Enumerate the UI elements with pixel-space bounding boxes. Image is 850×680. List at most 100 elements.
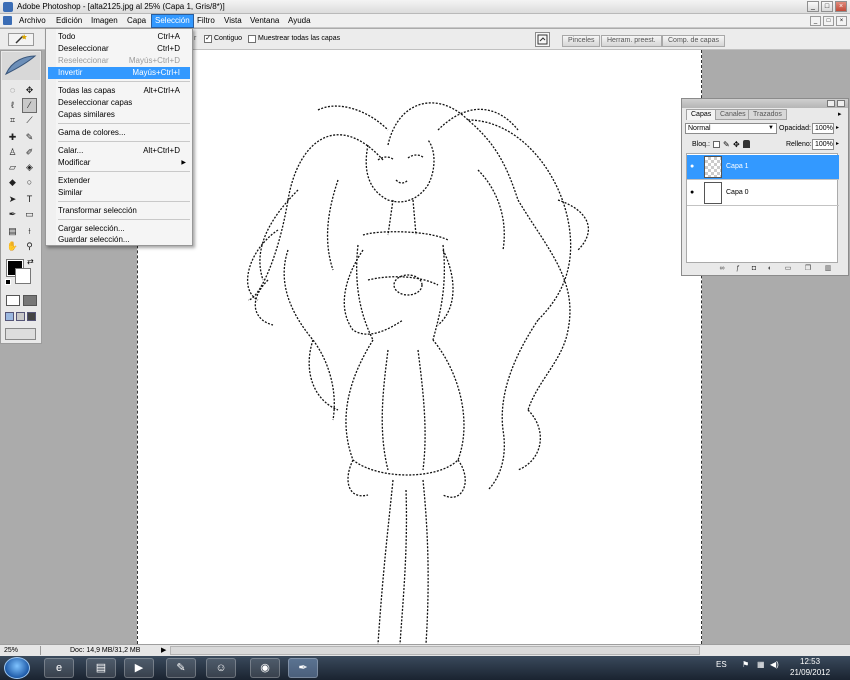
menu-capa[interactable]: Capa [124,14,149,28]
background-color-swatch[interactable] [15,268,31,284]
doc-close-button[interactable]: × [836,16,847,26]
panel-close-icon[interactable] [837,100,845,107]
zoom-level[interactable]: 25% [4,645,18,656]
standard-mode-icon[interactable] [6,295,20,306]
tab-herram-preest[interactable]: Herram. preest. [601,35,662,47]
lock-all-icon[interactable] [743,140,750,148]
screen-mode-full-menu-icon[interactable] [16,312,25,321]
palette-well-icon[interactable] [535,32,550,47]
menu-item-invertir[interactable]: Invertir Mayús+Ctrl+I [48,67,190,79]
ie-icon[interactable]: e [44,658,74,678]
menu-item-deseleccionar-capas[interactable]: Deseleccionar capas [48,97,190,109]
slice-tool-icon[interactable]: ⟋ [22,113,37,128]
path-selection-icon[interactable]: ➤ [5,192,20,207]
photoshop-feather-icon[interactable]: ✒ [288,658,318,678]
fx-icon[interactable]: ƒ [734,265,742,273]
screen-mode-full-icon[interactable] [27,312,36,321]
tab-pinceles[interactable]: Pinceles [562,35,601,47]
opacity-arrow-icon[interactable]: ▸ [836,124,839,131]
chrome-icon[interactable]: ◉ [250,658,280,678]
menu-item-capas-similares[interactable]: Capas similares [48,109,190,121]
tab-comp-de-capas[interactable]: Comp. de capas [662,35,725,47]
shape-tool-icon[interactable]: ▭ [22,207,37,222]
swap-colors-icon[interactable]: ⇄ [27,257,34,266]
menu-ayuda[interactable]: Ayuda [285,14,314,28]
magic-wand-tool-preset[interactable] [8,33,34,46]
screen-mode-standard-icon[interactable] [5,312,14,321]
document-canvas[interactable] [137,50,702,644]
panel-menu-icon[interactable]: ▸ [838,110,842,118]
layer-row-capa-0[interactable]: ● Capa 0 [687,181,839,206]
lasso-tool-icon[interactable]: ℓ [5,98,20,113]
adjustment-layer-icon[interactable]: ◐ [766,265,774,273]
menu-vista[interactable]: Vista [221,14,245,28]
menu-item-todas-las-capas[interactable]: Todas las capas Alt+Ctrl+A [48,85,190,97]
brush-tool-icon[interactable]: ✎ [22,130,37,145]
layer-row-capa-1[interactable]: ● Capa 1 [687,155,839,180]
trash-icon[interactable]: ▥ [824,265,832,273]
menu-imagen[interactable]: Imagen [88,14,121,28]
start-button[interactable] [4,657,30,679]
menu-item-gama-de-colores[interactable]: Gama de colores... [48,127,190,139]
network-icon[interactable]: ▦ [757,660,765,670]
menu-item-calar[interactable]: Calar... Alt+Ctrl+D [48,145,190,157]
crop-tool-icon[interactable]: ⌗ [5,113,20,128]
fill-arrow-icon[interactable]: ▸ [836,140,839,147]
link-layers-icon[interactable]: ∞ [718,265,726,273]
explorer-icon[interactable]: ▤ [86,658,116,678]
tab-trazados[interactable]: Trazados [748,109,787,120]
jump-to-imageready-icon[interactable] [5,328,36,340]
lock-pixels-icon[interactable]: ✎ [723,140,730,149]
magic-wand-tool-icon[interactable]: ⁄ [22,98,37,113]
visibility-eye-icon[interactable]: ● [690,189,699,197]
type-tool-icon[interactable]: T [22,192,37,207]
close-button[interactable]: × [835,1,847,12]
menu-item-extender[interactable]: Extender [48,175,190,187]
menu-seleccion[interactable]: Selección [151,14,194,28]
menu-archivo[interactable]: Archivo [16,14,49,28]
panel-minimize-icon[interactable] [827,100,835,107]
pen-tool-icon[interactable]: ✒ [5,207,20,222]
horizontal-scrollbar[interactable] [170,646,700,655]
tab-capas[interactable]: Capas [686,109,717,120]
default-colors-icon[interactable] [5,279,11,285]
dodge-tool-icon[interactable]: ○ [22,175,37,190]
sample-all-layers-checkbox[interactable] [248,35,256,43]
add-mask-icon[interactable]: ◘ [750,265,758,273]
menu-item-transformar-seleccion[interactable]: Transformar selección [48,205,190,217]
tray-flag-icon[interactable]: ⚑ [742,660,749,670]
zoom-tool-icon[interactable]: ⚲ [22,239,37,254]
clone-stamp-icon[interactable]: ♙ [5,145,20,160]
visibility-eye-icon[interactable]: ● [690,163,699,171]
volume-icon[interactable]: ◀) [770,660,779,670]
eyedropper-icon[interactable]: ⟊ [22,224,37,239]
messenger-icon[interactable]: ☺ [206,658,236,678]
marquee-tool-icon[interactable]: ◌ [5,83,20,98]
doc-minimize-button[interactable]: _ [810,16,821,26]
paint-icon[interactable]: ✎ [166,658,196,678]
healing-brush-icon[interactable]: ✚ [5,130,20,145]
language-indicator[interactable]: ES [716,660,727,670]
clock-time[interactable]: 12:53 [800,657,820,667]
media-player-icon[interactable]: ▶ [124,658,154,678]
move-tool-icon[interactable]: ✥ [22,83,37,98]
eraser-tool-icon[interactable]: ▱ [5,160,20,175]
menu-filtro[interactable]: Filtro [194,14,218,28]
quick-mask-icon[interactable] [23,295,37,306]
notes-tool-icon[interactable]: ▤ [5,224,20,239]
paint-bucket-icon[interactable]: ◈ [22,160,37,175]
new-group-icon[interactable]: ▭ [784,265,792,273]
minimize-button[interactable]: _ [807,1,819,12]
ps-menu-icon[interactable] [3,16,12,25]
menu-ventana[interactable]: Ventana [247,14,282,28]
menu-item-modificar[interactable]: Modificar ▶ [48,157,190,169]
opacity-input[interactable]: 100% [812,123,834,134]
lock-transparency-icon[interactable] [713,141,720,148]
lock-position-icon[interactable]: ✥ [733,140,740,149]
new-layer-icon[interactable]: ❐ [804,265,812,273]
maximize-button[interactable]: □ [821,1,833,12]
menu-item-similar[interactable]: Similar [48,187,190,199]
menu-edicion[interactable]: Edición [53,14,85,28]
menu-item-todo[interactable]: Todo Ctrl+A [48,31,190,43]
blur-tool-icon[interactable]: ◆ [5,175,20,190]
